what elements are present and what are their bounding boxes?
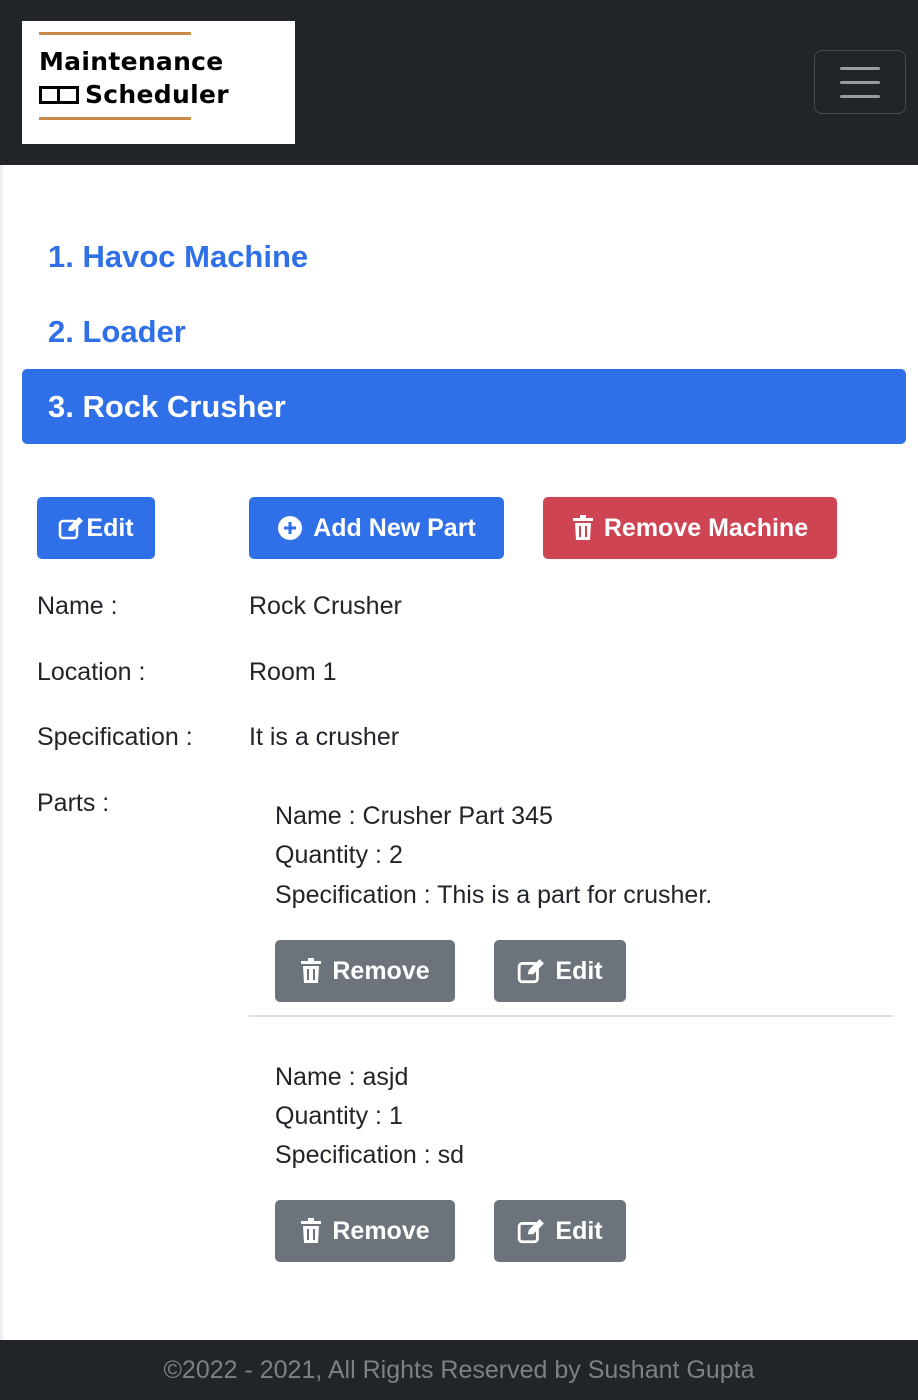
edit-icon	[518, 1219, 545, 1244]
part-2-edit-button[interactable]: Edit	[494, 1200, 626, 1262]
navbar-toggle-button[interactable]	[814, 50, 906, 114]
trash-icon	[301, 958, 322, 983]
name-label: Name :	[37, 592, 118, 620]
logo-top-line	[39, 32, 191, 35]
hamburger-menu-icon	[840, 67, 880, 70]
specification-value: It is a crusher	[249, 723, 400, 751]
part-1-remove-button[interactable]: Remove	[275, 940, 455, 1002]
machine-list-item-havoc-machine[interactable]: 1. Havoc Machine	[22, 219, 906, 294]
location-label: Location :	[37, 658, 146, 686]
logo-title-line2-text: Scheduler	[85, 80, 229, 109]
plus-circle-icon	[278, 516, 303, 540]
remove-machine-button[interactable]: Remove Machine	[543, 497, 837, 559]
trash-icon	[572, 515, 593, 540]
logo-title-line2: Scheduler	[39, 80, 229, 109]
parts-label: Parts :	[37, 789, 110, 817]
add-new-part-button[interactable]: Add New Part	[249, 497, 504, 559]
part-2-name: Name : asjd	[275, 1063, 409, 1091]
edit-machine-label: Edit	[86, 513, 134, 542]
edit-icon	[518, 959, 545, 984]
part-2-remove-label: Remove	[332, 1216, 430, 1245]
logo-title-line1: Maintenance	[39, 47, 224, 76]
remove-machine-label: Remove Machine	[603, 513, 809, 542]
part-1-quantity: Quantity : 2	[275, 841, 403, 869]
part-1-edit-label: Edit	[555, 956, 603, 985]
content-left-border	[0, 165, 3, 1340]
part-1-remove-label: Remove	[332, 956, 430, 985]
footer-copyright: ©2022 - 2021, All Rights Reserved by Sus…	[163, 1355, 755, 1384]
part-2-quantity: Quantity : 1	[275, 1102, 403, 1130]
parts-divider	[249, 1015, 893, 1017]
navbar: Maintenance Scheduler	[0, 0, 918, 165]
edit-machine-button[interactable]: Edit	[37, 497, 155, 559]
part-2-edit-label: Edit	[555, 1216, 603, 1245]
name-value: Rock Crusher	[249, 592, 402, 620]
location-value: Room 1	[249, 658, 337, 686]
machine-list-item-loader[interactable]: 2. Loader	[22, 294, 906, 369]
footer: ©2022 - 2021, All Rights Reserved by Sus…	[0, 1340, 918, 1400]
logo-bottom-line	[39, 117, 191, 120]
part-1-edit-button[interactable]: Edit	[494, 940, 626, 1002]
part-2-specification: Specification : sd	[275, 1141, 464, 1169]
trash-icon	[301, 1218, 322, 1243]
part-2-remove-button[interactable]: Remove	[275, 1200, 455, 1262]
specification-label: Specification :	[37, 723, 193, 751]
part-1-name: Name : Crusher Part 345	[275, 802, 553, 830]
part-1-specification: Specification : This is a part for crush…	[275, 881, 713, 909]
add-new-part-label: Add New Part	[313, 513, 476, 542]
calendar-icon	[39, 86, 79, 104]
brand-logo[interactable]: Maintenance Scheduler	[22, 21, 295, 144]
edit-icon	[59, 517, 84, 540]
machine-list-item-rock-crusher[interactable]: 3. Rock Crusher	[22, 369, 906, 444]
